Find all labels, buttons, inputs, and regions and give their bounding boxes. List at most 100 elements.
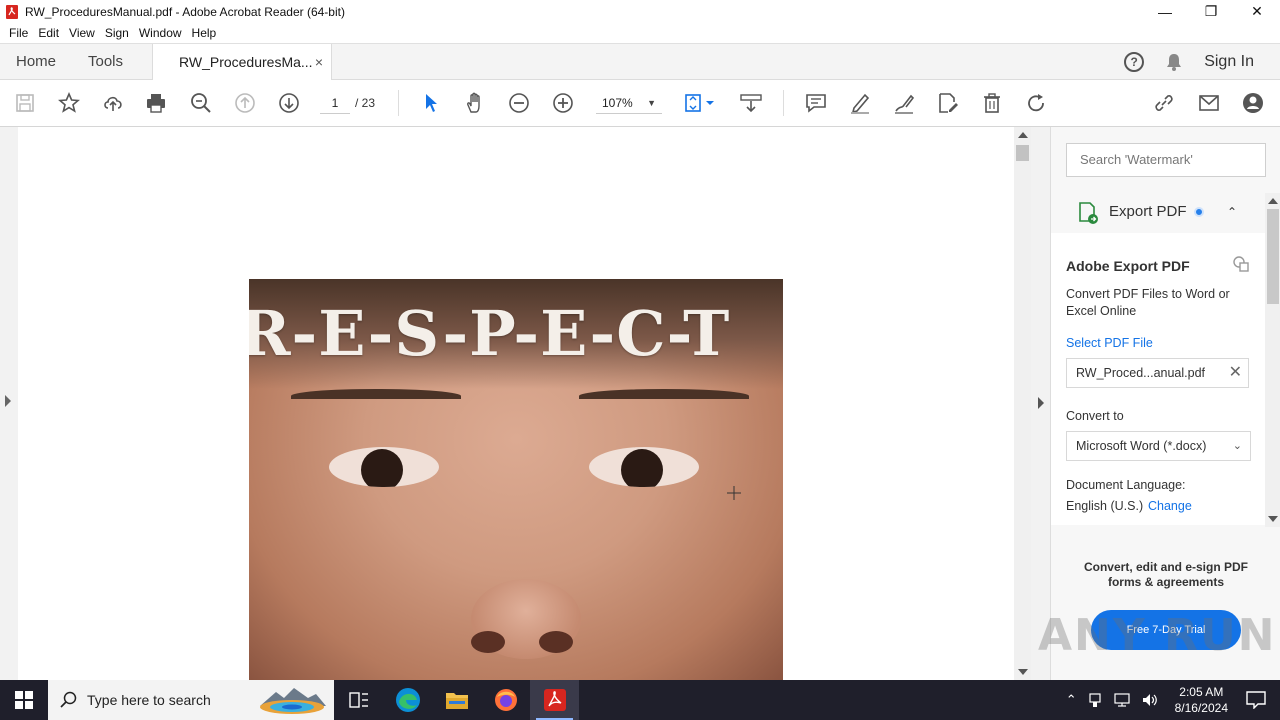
change-language-link[interactable]: Change [1148, 499, 1192, 513]
edge-icon [395, 688, 420, 712]
document-scrollbar[interactable] [1014, 127, 1031, 680]
edit-pdf-icon[interactable] [935, 90, 961, 116]
delete-icon[interactable] [979, 90, 1005, 116]
save-icon[interactable] [12, 90, 38, 116]
tab-document[interactable]: RW_ProceduresMa... × [152, 44, 332, 81]
scroll-thumb[interactable] [1016, 145, 1029, 161]
zoom-search-icon[interactable] [188, 90, 214, 116]
title-bar: RW_ProceduresManual.pdf - Adobe Acrobat … [0, 0, 1280, 23]
page-number-input[interactable]: 1 [320, 92, 350, 114]
search-icon [60, 691, 77, 708]
cover-photo: R-E-S-P-E-C-T [249, 279, 783, 680]
system-clock[interactable]: 2:05 AM 8/16/2024 [1175, 684, 1228, 716]
select-arrow-icon[interactable] [418, 90, 444, 116]
promo-text: Convert, edit and e-sign PDF forms & agr… [1083, 560, 1248, 589]
anyrun-watermark: ANY RUN [1038, 610, 1277, 661]
help-icon[interactable]: ? [1124, 52, 1145, 72]
export-pdf-header[interactable]: Export PDF ⌃ [1051, 193, 1265, 233]
action-center-icon[interactable] [1246, 691, 1266, 709]
start-button[interactable] [0, 680, 48, 720]
taskbar-acrobat[interactable] [530, 680, 579, 720]
left-panel-toggle[interactable] [0, 127, 18, 680]
scroll-up-icon[interactable] [1268, 198, 1278, 204]
chevron-down-icon: ⌄ [1232, 440, 1242, 452]
tab-tools[interactable]: Tools [88, 44, 123, 80]
hand-icon[interactable] [462, 90, 488, 116]
zoom-level-select[interactable]: 107% ▼ [596, 92, 662, 114]
search-highlight-icon [260, 688, 326, 714]
share-link-icon[interactable] [1151, 90, 1177, 116]
taskbar-firefox[interactable] [481, 680, 530, 720]
taskbar-search-placeholder: Type here to search [87, 692, 211, 708]
task-view-button[interactable] [334, 680, 383, 720]
chevron-down-icon: ▼ [647, 98, 656, 108]
page-total: / 23 [355, 96, 376, 110]
scroll-up-icon[interactable] [1018, 132, 1028, 138]
bookmark-star-icon[interactable] [56, 90, 82, 116]
tab-bar: Home Tools RW_ProceduresMa... × ? Sign I… [0, 43, 1280, 81]
taskbar: Type here to search ⌃ 2:05 AM 8/16/2024 [0, 680, 1280, 720]
zoom-value: 107% [602, 96, 633, 110]
menu-sign[interactable]: Sign [100, 26, 134, 40]
taskbar-edge[interactable] [383, 680, 432, 720]
fit-page-icon[interactable] [682, 90, 718, 116]
window-title: RW_ProceduresManual.pdf - Adobe Acrobat … [25, 4, 345, 19]
zoom-in-icon[interactable] [550, 90, 576, 116]
scroll-down-icon[interactable] [1268, 516, 1278, 522]
clock-time: 2:05 AM [1179, 685, 1224, 699]
print-icon[interactable] [143, 90, 169, 116]
chevron-up-icon[interactable]: ⌃ [1227, 205, 1237, 219]
menu-window[interactable]: Window [134, 26, 187, 40]
tab-home[interactable]: Home [16, 44, 56, 80]
file-explorer-icon [445, 693, 468, 709]
taskbar-file-explorer[interactable] [432, 680, 481, 720]
add-person-icon[interactable] [1240, 90, 1266, 116]
menu-view[interactable]: View [64, 26, 100, 40]
page-up-icon[interactable] [232, 90, 258, 116]
page-down-icon[interactable] [276, 90, 302, 116]
select-pdf-file-link[interactable]: Select PDF File [1066, 336, 1153, 350]
menu-file[interactable]: File [4, 26, 33, 40]
rotate-icon[interactable] [1023, 90, 1049, 116]
tray-overflow-icon[interactable]: ⌃ [1066, 692, 1077, 708]
sign-icon[interactable] [891, 90, 917, 116]
taskbar-search[interactable]: Type here to search [48, 680, 334, 720]
volume-icon[interactable] [1141, 692, 1159, 708]
cover-photo-brow [291, 389, 461, 403]
tools-pane-scrollbar[interactable] [1265, 193, 1280, 527]
scroll-down-icon[interactable] [1018, 669, 1028, 675]
collapse-right-icon [1038, 397, 1044, 409]
highlight-icon[interactable] [847, 90, 873, 116]
scroll-mode-icon[interactable] [738, 90, 764, 116]
comment-icon[interactable] [803, 90, 829, 116]
scroll-thumb[interactable] [1267, 209, 1279, 304]
windows-logo-icon [15, 691, 33, 709]
window-controls: — ❐ ✕ [1142, 0, 1280, 23]
tools-search-input[interactable]: Search 'Watermark' [1066, 143, 1266, 177]
network-icon[interactable] [1113, 692, 1131, 708]
restore-button[interactable]: ❐ [1188, 0, 1234, 23]
toolbar-divider [398, 90, 399, 116]
upload-icon[interactable] [100, 90, 126, 116]
cover-title: R-E-S-P-E-C-T [249, 297, 731, 370]
selected-file-field[interactable]: RW_Proced...anual.pdf ✕ [1066, 358, 1249, 388]
menu-help[interactable]: Help [187, 26, 222, 40]
email-icon[interactable] [1196, 90, 1222, 116]
right-panel-toggle[interactable] [1031, 127, 1050, 680]
clear-file-icon[interactable]: ✕ [1229, 359, 1242, 387]
close-tab-icon[interactable]: × [315, 44, 323, 80]
export-pdf-body: Adobe Export PDF Convert PDF Files to Wo… [1051, 233, 1265, 525]
sign-in-button[interactable]: Sign In [1204, 53, 1254, 71]
convert-to-select[interactable]: Microsoft Word (*.docx) ⌄ [1066, 431, 1251, 461]
document-viewer[interactable]: R-E-S-P-E-C-T [0, 127, 1050, 680]
usb-icon[interactable] [1087, 692, 1103, 708]
copy-icon[interactable] [1232, 255, 1250, 273]
notification-bell-icon[interactable] [1164, 52, 1184, 72]
minimize-button[interactable]: — [1142, 0, 1188, 23]
toolbar: 1 / 23 107% ▼ [0, 80, 1280, 127]
status-dot-icon [1194, 207, 1204, 217]
close-window-button[interactable]: ✕ [1234, 0, 1280, 23]
crosshair-cursor-icon [727, 486, 741, 500]
zoom-out-icon[interactable] [506, 90, 532, 116]
menu-edit[interactable]: Edit [33, 26, 64, 40]
